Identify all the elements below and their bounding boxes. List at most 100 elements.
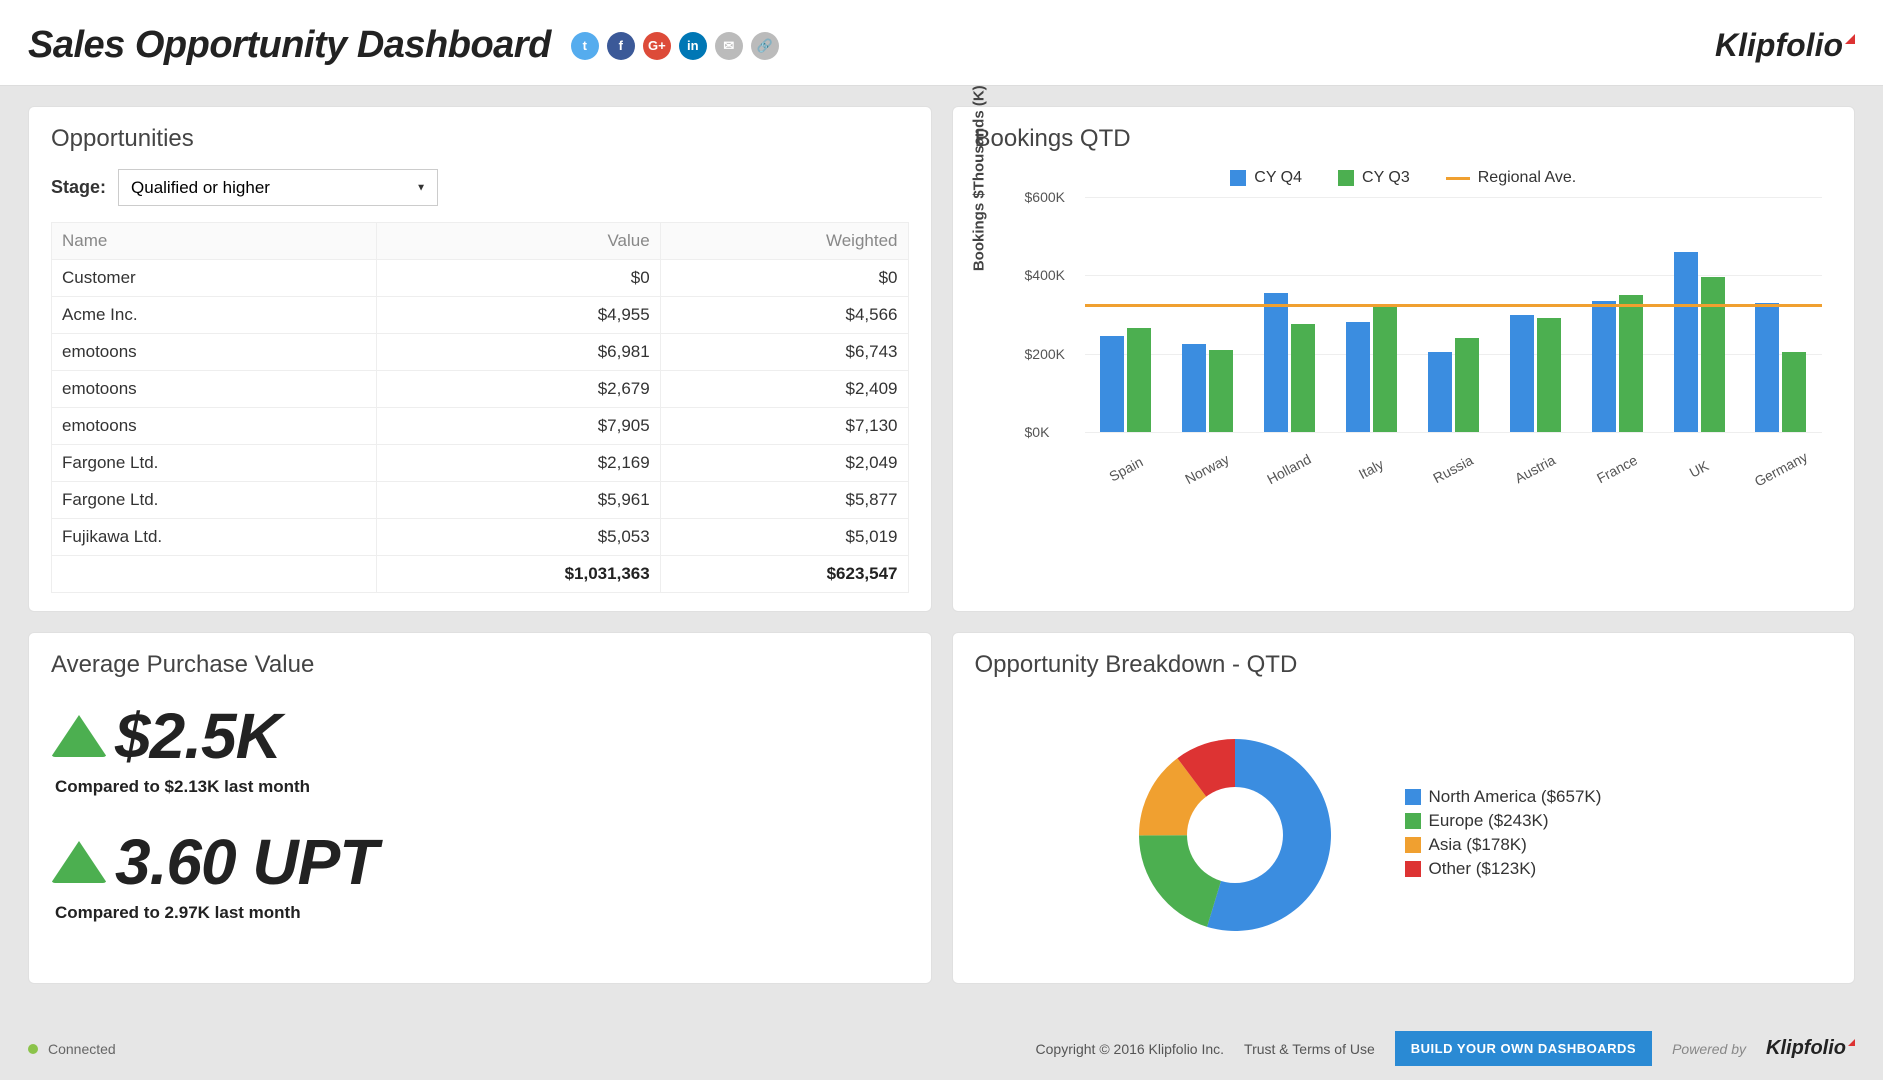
bar (1782, 352, 1806, 432)
cell-weighted: $2,049 (660, 445, 908, 482)
link-icon[interactable]: 🔗 (751, 32, 779, 60)
cell-name: Acme Inc. (52, 297, 377, 334)
cell-name: Fujikawa Ltd. (52, 519, 377, 556)
legend-cy3-swatch (1338, 170, 1354, 186)
legend-cy3: CY Q3 (1362, 169, 1410, 187)
bar-legend: CY Q4 CY Q3 Regional Ave. (975, 169, 1833, 187)
legend-swatch (1405, 813, 1421, 829)
kpi1-sub: Compared to $2.13K last month (55, 777, 909, 797)
col-value[interactable]: Value (376, 223, 660, 260)
x-label: Spain (1086, 443, 1166, 496)
x-label: Holland (1249, 443, 1329, 496)
y-tick: $400K (1025, 267, 1065, 283)
bar (1455, 338, 1479, 432)
page-title: Sales Opportunity Dashboard (28, 24, 551, 67)
legend-label: North America ($657K) (1429, 787, 1602, 807)
opportunities-card: Opportunities Stage: Qualified or higher… (28, 106, 932, 612)
bar (1428, 352, 1452, 432)
table-row: emotoons$7,905$7,130 (52, 408, 909, 445)
col-name[interactable]: Name (52, 223, 377, 260)
cell-value: $2,169 (376, 445, 660, 482)
bar (1264, 293, 1288, 432)
brand-accent-icon (1845, 34, 1855, 44)
total-weighted: $623,547 (660, 556, 908, 593)
bar (1291, 324, 1315, 432)
bar-group (1166, 197, 1248, 432)
footer: Connected Copyright © 2016 Klipfolio Inc… (0, 1017, 1883, 1080)
kpi2-value: 3.60 UPT (115, 825, 377, 899)
bar (1373, 307, 1397, 432)
twitter-icon[interactable]: t (571, 32, 599, 60)
bar-group (1740, 197, 1822, 432)
cell-name: emotoons (52, 371, 377, 408)
bar-group (1085, 197, 1167, 432)
cell-name: emotoons (52, 334, 377, 371)
cell-value: $4,955 (376, 297, 660, 334)
cell-value: $6,981 (376, 334, 660, 371)
terms-link[interactable]: Trust & Terms of Use (1244, 1041, 1375, 1057)
x-label: Norway (1167, 443, 1247, 496)
footer-brand: Klipfolio (1766, 1037, 1855, 1060)
trend-up-icon (51, 715, 107, 757)
legend-swatch (1405, 789, 1421, 805)
x-label: Russia (1413, 443, 1493, 496)
bar-group (1576, 197, 1658, 432)
opportunities-title: Opportunities (51, 125, 909, 153)
table-row: Fargone Ltd.$2,169$2,049 (52, 445, 909, 482)
cell-name: Fargone Ltd. (52, 445, 377, 482)
bar-group (1330, 197, 1412, 432)
header: Sales Opportunity Dashboard t f G+ in ✉ … (0, 0, 1883, 86)
breakdown-card: Opportunity Breakdown - QTD North Americ… (952, 632, 1856, 984)
x-label: France (1577, 443, 1657, 496)
legend-item: Asia ($178K) (1405, 835, 1602, 855)
col-weighted[interactable]: Weighted (660, 223, 908, 260)
table-row: Fargone Ltd.$5,961$5,877 (52, 482, 909, 519)
legend-swatch (1405, 837, 1421, 853)
legend-cy4: CY Q4 (1254, 169, 1302, 187)
cell-value: $0 (376, 260, 660, 297)
breakdown-title: Opportunity Breakdown - QTD (975, 651, 1833, 679)
cell-value: $5,961 (376, 482, 660, 519)
bar-chart: Bookings $Thousands (K) $0K$200K$400K$60… (995, 197, 1833, 477)
email-icon[interactable]: ✉ (715, 32, 743, 60)
bar (1701, 277, 1725, 432)
googleplus-icon[interactable]: G+ (643, 32, 671, 60)
table-row: emotoons$6,981$6,743 (52, 334, 909, 371)
brand-text: Klipfolio (1715, 27, 1843, 64)
brand-logo: Klipfolio (1715, 27, 1855, 64)
cell-weighted: $7,130 (660, 408, 908, 445)
bar (1619, 295, 1643, 432)
bar-group (1412, 197, 1494, 432)
bar-group (1494, 197, 1576, 432)
status-text: Connected (48, 1041, 116, 1057)
reference-line (1085, 304, 1823, 307)
apv-card: Average Purchase Value $2.5K Compared to… (28, 632, 932, 984)
x-label: UK (1659, 443, 1739, 496)
cell-name: Fargone Ltd. (52, 482, 377, 519)
bar (1674, 252, 1698, 432)
legend-item: Other ($123K) (1405, 859, 1602, 879)
total-value: $1,031,363 (376, 556, 660, 593)
legend-cy4-swatch (1230, 170, 1246, 186)
legend-label: Other ($123K) (1429, 859, 1537, 879)
linkedin-icon[interactable]: in (679, 32, 707, 60)
bookings-card: Bookings QTD CY Q4 CY Q3 Regional Ave. B… (952, 106, 1856, 612)
bar (1182, 344, 1206, 432)
legend-label: Europe ($243K) (1429, 811, 1549, 831)
x-label: Austria (1495, 443, 1575, 496)
cell-name: Customer (52, 260, 377, 297)
cell-value: $2,679 (376, 371, 660, 408)
kpi1-value: $2.5K (115, 699, 281, 773)
y-tick: $0K (1025, 424, 1050, 440)
bar (1510, 315, 1534, 433)
cell-weighted: $6,743 (660, 334, 908, 371)
stage-select[interactable]: Qualified or higher (118, 169, 438, 206)
bar (1209, 350, 1233, 432)
cell-value: $5,053 (376, 519, 660, 556)
build-button[interactable]: BUILD YOUR OWN DASHBOARDS (1395, 1031, 1652, 1066)
opportunities-table: Name Value Weighted Customer$0$0Acme Inc… (51, 222, 909, 593)
cell-name: emotoons (52, 408, 377, 445)
bar (1537, 318, 1561, 432)
share-icons: t f G+ in ✉ 🔗 (571, 32, 779, 60)
facebook-icon[interactable]: f (607, 32, 635, 60)
